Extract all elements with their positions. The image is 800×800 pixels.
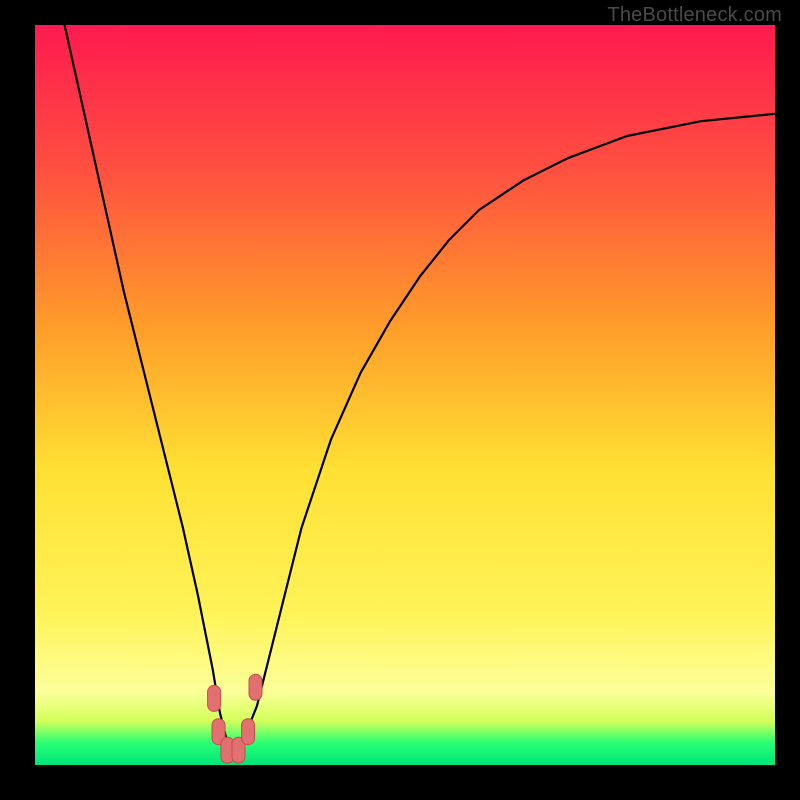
fit-badge-right-bottom <box>242 719 255 745</box>
fit-badge-left-top <box>208 685 221 711</box>
fit-badge-right-top <box>249 674 262 700</box>
bottleneck-chart <box>0 0 800 800</box>
optimal-fit-markers <box>208 674 262 763</box>
bottleneck-curve-line <box>65 25 775 750</box>
